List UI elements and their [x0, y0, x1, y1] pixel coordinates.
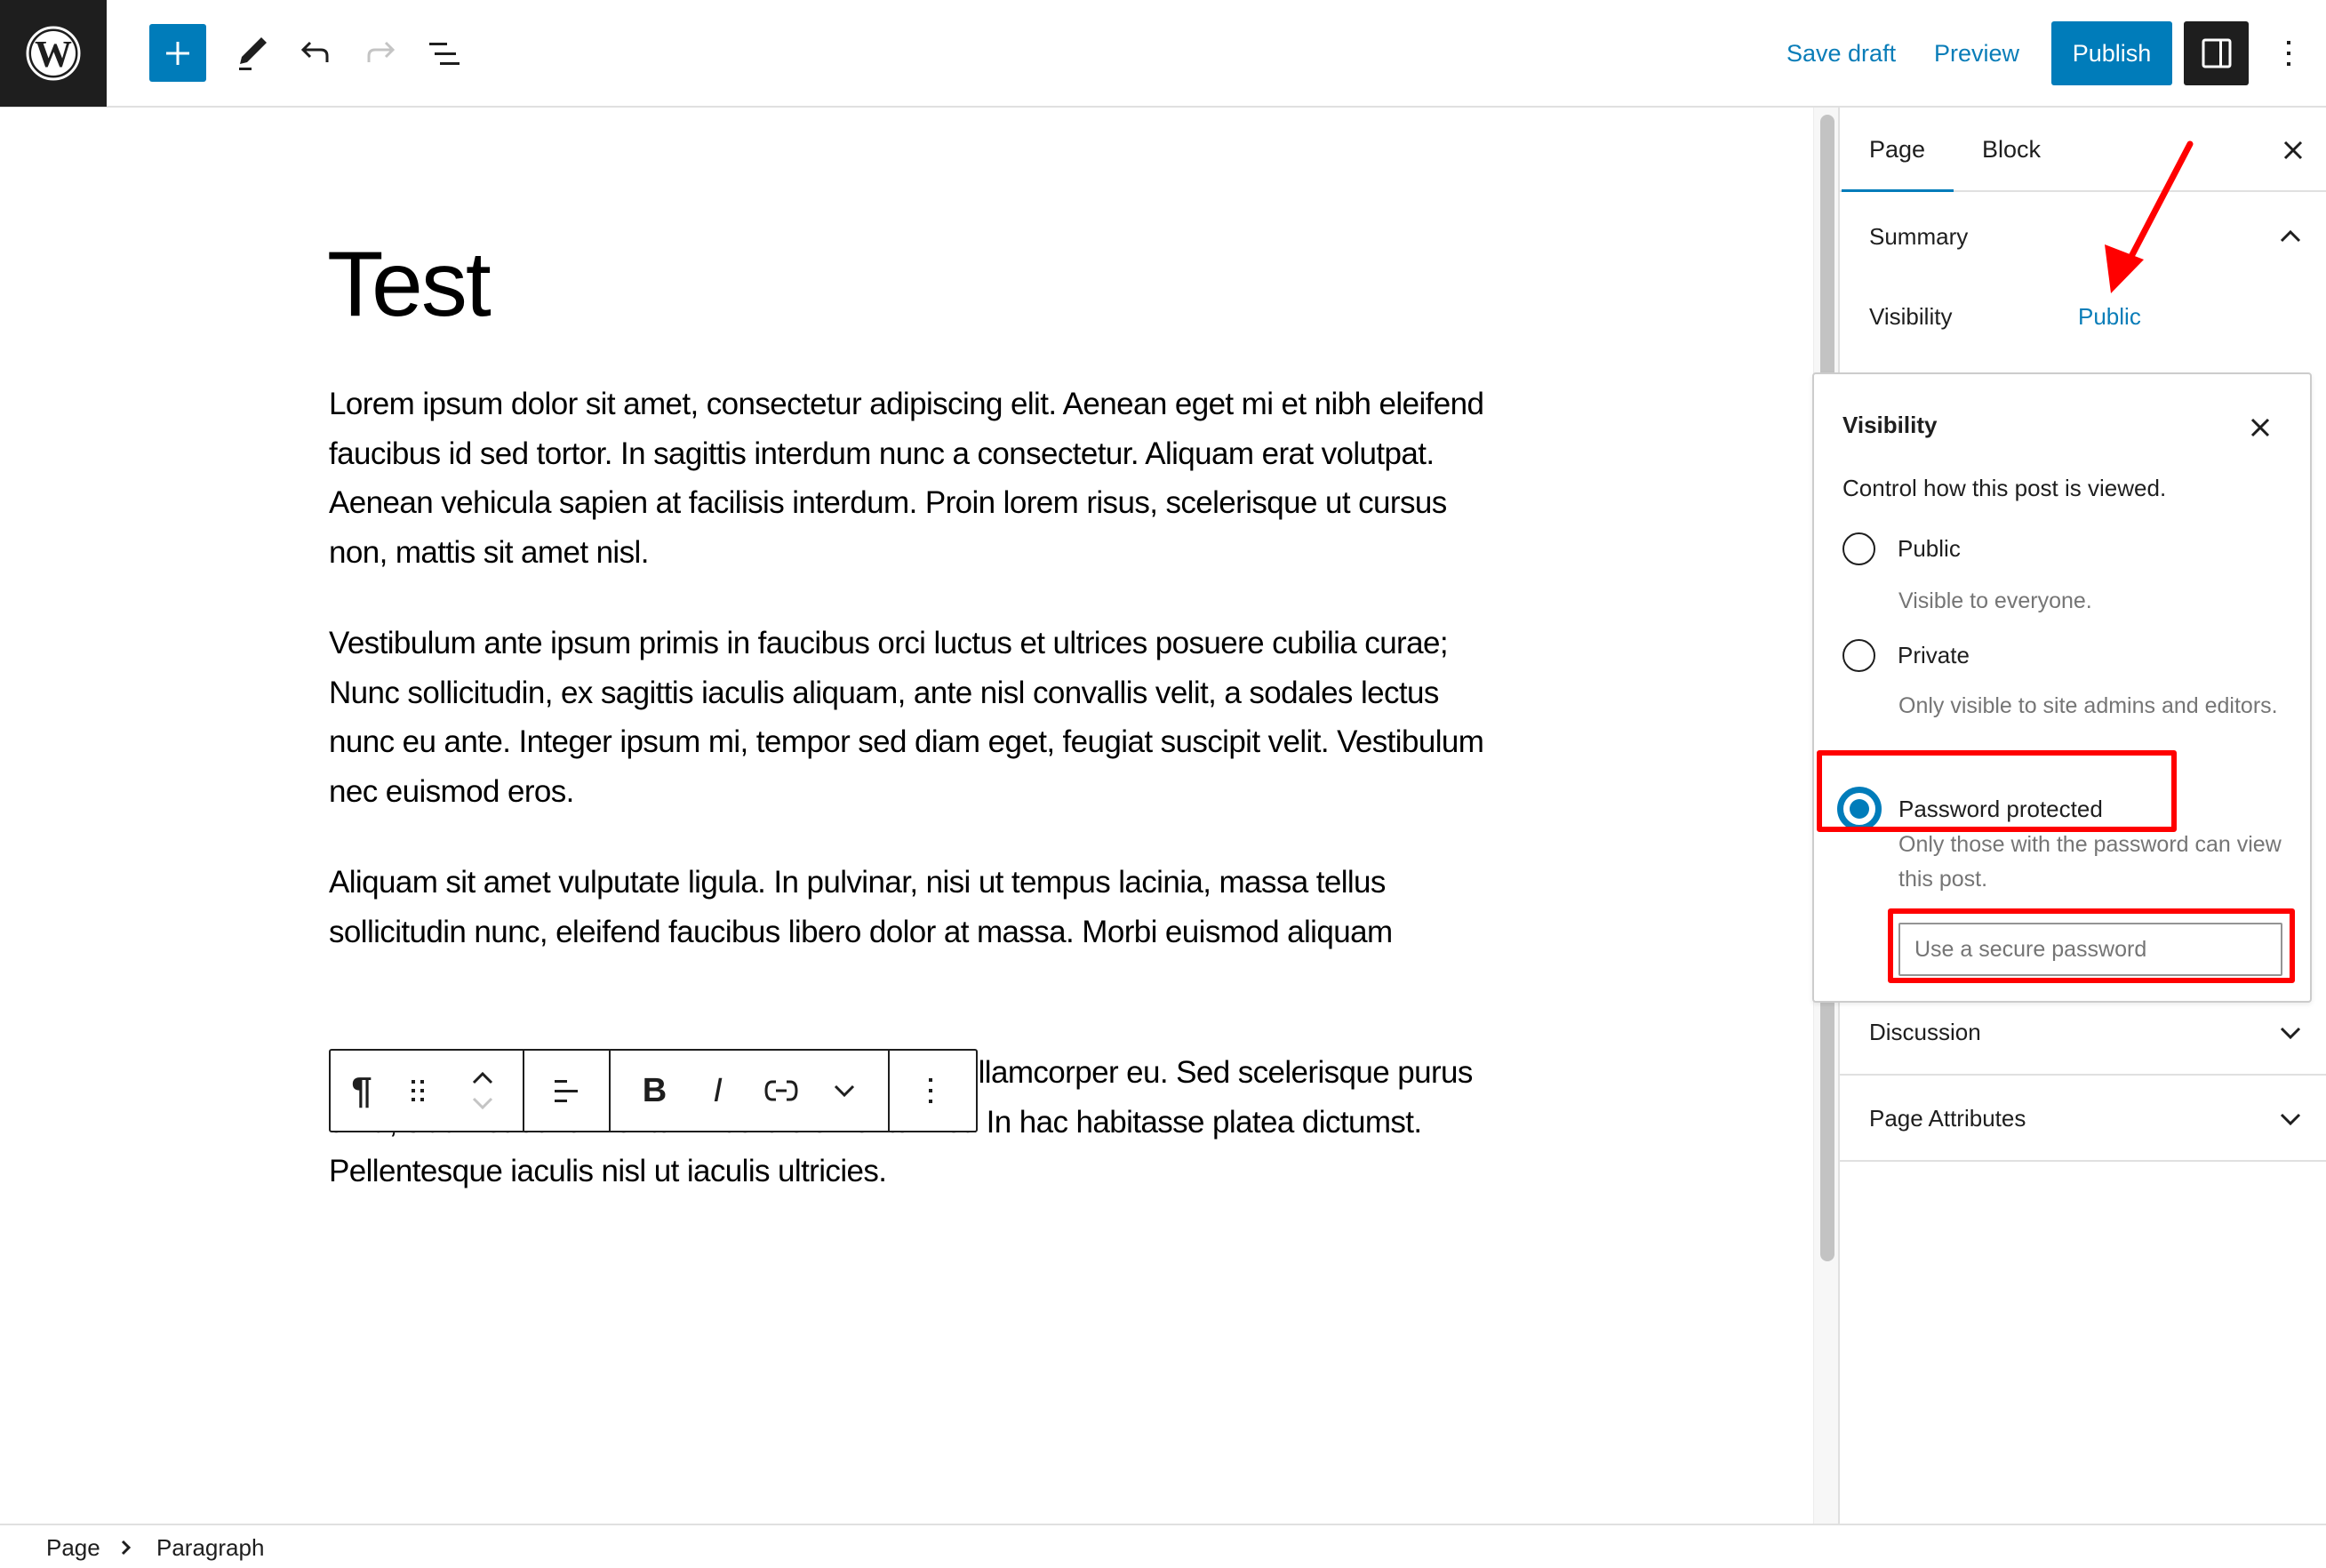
radio-help-text: Only those with the password can view th… [1898, 832, 2282, 892]
annotation-highlight-password-option [1817, 750, 2177, 832]
move-up-icon[interactable] [471, 1070, 494, 1086]
visibility-description: Control how this post is viewed. [1842, 475, 2167, 501]
redo-button[interactable] [354, 27, 407, 80]
radio-label: Public [1898, 535, 1961, 562]
summary-panel-title: Summary [1869, 222, 1969, 250]
more-vertical-icon [2287, 41, 2290, 66]
undo-icon [300, 41, 329, 62]
add-block-button[interactable] [149, 24, 206, 82]
breadcrumb-item-paragraph[interactable]: Paragraph [156, 1534, 264, 1562]
italic-button[interactable]: I [687, 1051, 749, 1131]
close-icon [2283, 140, 2303, 160]
chevron-down-icon [2274, 1103, 2306, 1135]
close-popover-button[interactable] [2242, 410, 2278, 445]
radio-help-text: Visible to everyone. [1898, 588, 2092, 613]
more-vertical-icon [929, 1078, 932, 1103]
undo-button[interactable] [289, 27, 342, 80]
visibility-toggle-link[interactable]: Public [2078, 303, 2141, 331]
annotation-arrow-icon [2105, 140, 2194, 293]
radio-public[interactable] [1842, 532, 1875, 565]
page-attributes-panel-title: Page Attributes [1869, 1104, 2026, 1132]
close-sidebar-button[interactable] [2275, 132, 2311, 168]
list-view-icon [429, 43, 460, 65]
editor-canvas[interactable]: Test Lorem ipsum dolor sit amet, consect… [0, 108, 1813, 1524]
tools-button[interactable] [226, 27, 279, 80]
radio-label: Private [1898, 642, 1970, 668]
paragraph-block[interactable]: Vestibulum ante ipsum primis in faucibus… [329, 619, 1502, 816]
block-toolbar-group-options [890, 1051, 971, 1131]
move-down-icon[interactable] [471, 1095, 494, 1111]
align-left-icon [554, 1080, 578, 1102]
block-breadcrumb: Page Paragraph [0, 1524, 2326, 1568]
wordpress-logo-icon: W [26, 26, 81, 81]
document-overview-button[interactable] [418, 27, 471, 80]
publish-button[interactable]: Publish [2051, 21, 2172, 85]
post-title[interactable]: Test [327, 232, 492, 338]
drag-handle[interactable] [393, 1051, 443, 1131]
paragraph-icon: ¶ [351, 1069, 372, 1111]
breadcrumb-item-page[interactable]: Page [46, 1534, 100, 1562]
active-tab-indicator [1842, 189, 1954, 192]
visibility-popover-title: Visibility [1842, 412, 1938, 438]
block-type-button[interactable]: ¶ [331, 1051, 393, 1131]
bold-icon: B [642, 1071, 667, 1109]
close-icon [2250, 418, 2270, 437]
radio-help-text: Only visible to site admins and editors. [1898, 693, 2278, 718]
svg-text:W: W [35, 35, 72, 76]
chevron-down-icon [2274, 1017, 2306, 1049]
visibility-option-public[interactable]: Public [1842, 532, 1961, 565]
chevron-down-icon [834, 1084, 854, 1098]
link-button[interactable] [750, 1051, 812, 1131]
tab-block[interactable]: Block [1982, 108, 2041, 192]
link-icon [763, 1080, 798, 1101]
block-toolbar: ¶ B I [329, 1049, 978, 1132]
more-formats-button[interactable] [813, 1051, 875, 1131]
block-options-button[interactable] [890, 1051, 971, 1131]
discussion-panel-toggle[interactable]: Discussion [1840, 990, 2326, 1076]
move-block-controls[interactable] [443, 1051, 523, 1131]
tab-page[interactable]: Page [1869, 108, 1925, 192]
save-draft-button[interactable]: Save draft [1786, 27, 1896, 80]
align-button[interactable] [524, 1051, 609, 1131]
pencil-icon [239, 37, 267, 70]
block-toolbar-group-block: ¶ [331, 1051, 524, 1131]
settings-toggle-button[interactable] [2184, 21, 2249, 85]
block-toolbar-group-align [524, 1051, 611, 1131]
preview-button[interactable]: Preview [1934, 27, 2019, 80]
page-attributes-panel-toggle[interactable]: Page Attributes [1840, 1076, 2326, 1162]
editor-top-bar: W Save draft Preview Publish [0, 0, 2326, 108]
options-menu-button[interactable] [2271, 27, 2306, 80]
plus-icon [166, 41, 189, 65]
discussion-panel-title: Discussion [1869, 1018, 1981, 1045]
radio-private[interactable] [1842, 639, 1875, 672]
italic-icon: I [713, 1071, 723, 1109]
paragraph-block[interactable]: Lorem ipsum dolor sit amet, consectetur … [329, 380, 1502, 577]
wordpress-logo-button[interactable]: W [0, 0, 107, 107]
bold-button[interactable]: B [624, 1051, 686, 1131]
chevron-right-icon [121, 1540, 132, 1556]
annotation-highlight-password-input [1888, 908, 2295, 983]
chevron-up-icon [2274, 220, 2306, 252]
visibility-label: Visibility [1869, 303, 1953, 330]
block-toolbar-group-format: B I [611, 1051, 890, 1131]
redo-icon [367, 41, 396, 62]
visibility-option-private[interactable]: Private [1842, 639, 1970, 672]
drag-handle-icon [412, 1080, 424, 1101]
paragraph-block-selected[interactable]: Aliquam sit amet vulputate ligula. In pu… [329, 858, 1502, 956]
sidebar-toggle-icon [2202, 38, 2231, 68]
